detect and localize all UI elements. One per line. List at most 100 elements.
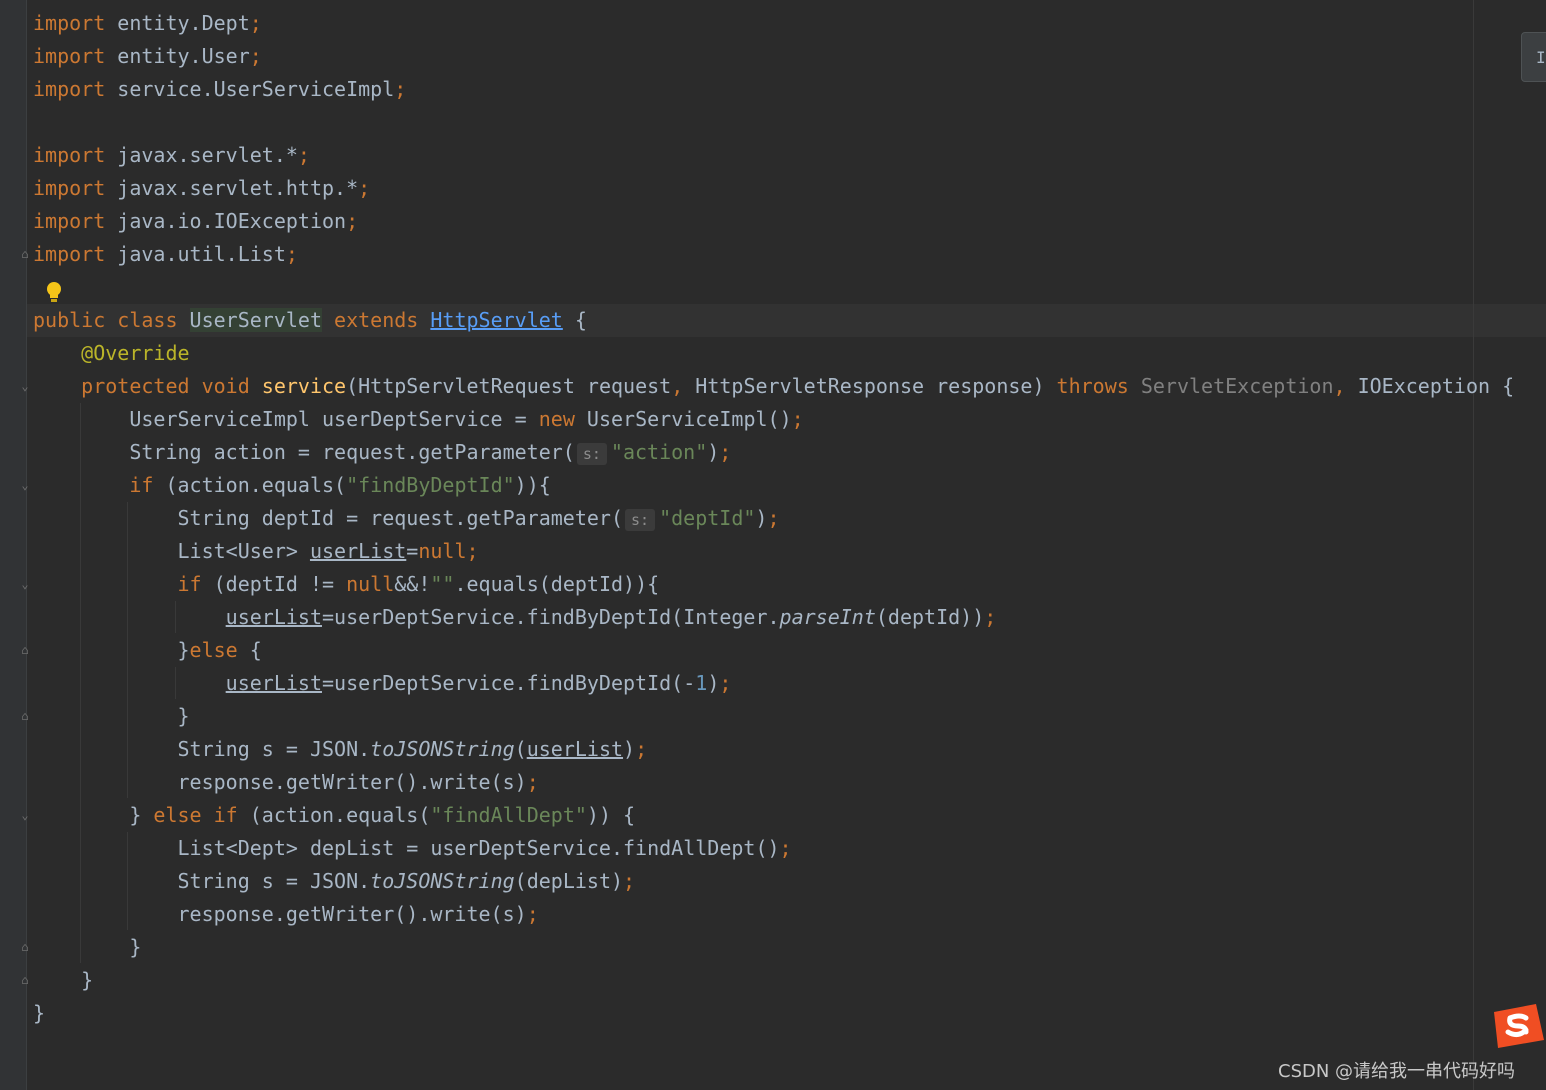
code-token: toJSONString [370,737,515,761]
code-line[interactable]: import entity.User; [33,40,262,73]
lightbulb-icon[interactable] [44,280,64,304]
code-token: ; [249,11,262,35]
right-margin-guide [1473,0,1474,1090]
code-line[interactable]: } [33,997,45,1030]
code-token: , [671,374,696,398]
code-line[interactable]: String action = request.getParameter(s: "… [33,436,731,469]
code-line[interactable]: } else if (action.equals("findAllDept"))… [33,799,635,832]
sogou-input-icon[interactable] [1486,1002,1546,1050]
code-token: (deptId != [213,572,347,596]
fold-end-icon[interactable]: ⌂ [18,247,32,261]
code-line[interactable]: List<Dept> depList = userDeptService.fin… [33,832,791,865]
editor-gutter[interactable] [0,0,27,1090]
code-line[interactable]: public class UserServlet extends HttpSer… [33,304,587,337]
code-token: { [562,308,587,332]
fold-end-icon[interactable]: ⌂ [18,709,32,723]
code-token: new [538,407,587,431]
fold-start-icon[interactable]: ⌄ [18,379,32,393]
code-line[interactable]: import entity.Dept; [33,7,262,40]
code-token: (depList) [514,869,624,893]
code-line[interactable]: userList=userDeptService.findByDeptId(In… [33,601,997,634]
code-token: UserServiceImpl() [586,407,792,431]
code-line[interactable]: if (deptId != null&&!"".equals(deptId)){ [33,568,660,601]
code-token: } [33,1001,46,1025]
fold-end-icon[interactable]: ⌂ [18,940,32,954]
code-token: List<Dept> depList = userDeptService.fin… [33,836,780,860]
code-token: if [129,473,166,497]
code-token: ) [707,440,720,464]
code-token: null [418,539,467,563]
code-token: (deptId)) [875,605,985,629]
code-token: null [346,572,395,596]
code-token: )){ [514,473,551,497]
code-line[interactable]: response.getWriter().write(s); [33,898,539,931]
code-token: if [177,572,214,596]
code-token: } [33,935,142,959]
fold-end-icon[interactable]: ⌂ [18,973,32,987]
side-tool-tab-label: I [1536,48,1546,67]
code-line[interactable]: String s = JSON.toJSONString(userList); [33,733,647,766]
code-line[interactable]: import javax.servlet.http.*; [33,172,370,205]
code-token: ( [514,737,527,761]
code-token: ; [984,605,997,629]
fold-end-icon[interactable]: ⌂ [18,643,32,657]
code-token: , [1333,374,1358,398]
code-line[interactable]: @Override [33,337,189,370]
code-token: .equals(deptId)){ [454,572,660,596]
code-editor[interactable]: import entity.Dept; import entity.User; im… [0,0,1546,1090]
code-token: List<User> [33,539,310,563]
code-token: =userDeptService.findByDeptId(- [321,671,696,695]
code-token: "findByDeptId" [346,473,515,497]
code-token: extends [322,308,431,332]
code-token: String s = JSON. [33,869,371,893]
code-token: ; [346,209,359,233]
code-line[interactable]: } [33,700,189,733]
code-line[interactable]: protected void service(HttpServletReques… [33,370,1514,403]
code-line[interactable]: import java.io.IOException; [33,205,358,238]
code-token: HttpServletResponse response) [695,374,1057,398]
code-line[interactable]: List<User> userList=null; [33,535,478,568]
code-token: import [33,11,106,35]
code-line[interactable]: if (action.equals("findByDeptId")){ [33,469,551,502]
code-line[interactable]: response.getWriter().write(s); [33,766,538,799]
code-token: (action.equals( [165,473,347,497]
code-token: ; [635,737,648,761]
code-token: "findAllDept" [430,803,587,827]
code-line[interactable]: } [33,931,141,964]
code-line[interactable]: import service.UserServiceImpl; [33,73,406,106]
code-token: entity.User [105,44,250,68]
code-line[interactable]: userList=userDeptService.findByDeptId(-1… [33,667,732,700]
fold-start-icon[interactable]: ⌄ [18,478,32,492]
code-token: ; [285,242,298,266]
code-token: } [33,968,94,992]
side-tool-tab[interactable]: I [1521,32,1546,82]
code-token: ; [719,671,732,695]
code-token: response.getWriter().write(s) [33,902,527,926]
code-line[interactable]: import javax.servlet.*; [33,139,310,172]
code-token: ; [526,902,539,926]
code-line[interactable]: }else { [33,634,261,667]
code-line[interactable]: String s = JSON.toJSONString(depList); [33,865,635,898]
code-token: IOException { [1357,374,1515,398]
code-token: String action = request.getParameter( [33,440,575,464]
code-line[interactable]: UserServiceImpl userDeptService = new Us… [33,403,803,436]
code-line[interactable]: } [33,964,93,997]
fold-start-icon[interactable]: ⌄ [18,577,32,591]
code-line[interactable]: import java.util.List; [33,238,298,271]
code-token: } [33,638,190,662]
code-token: ; [249,44,262,68]
parameter-hint: s: [576,443,607,465]
code-token: "action" [610,440,708,464]
code-token: import [33,176,106,200]
code-line[interactable]: String deptId = request.getParameter(s: "… [33,502,780,535]
code-token: service.UserServiceImpl [105,77,395,101]
code-token: import [33,209,106,233]
code-token: String s = JSON. [33,737,371,761]
code-token: toJSONString [370,869,515,893]
code-token: import [33,77,106,101]
code-token: ) [707,671,720,695]
fold-start-icon[interactable]: ⌄ [18,808,32,822]
code-token: ; [623,869,636,893]
